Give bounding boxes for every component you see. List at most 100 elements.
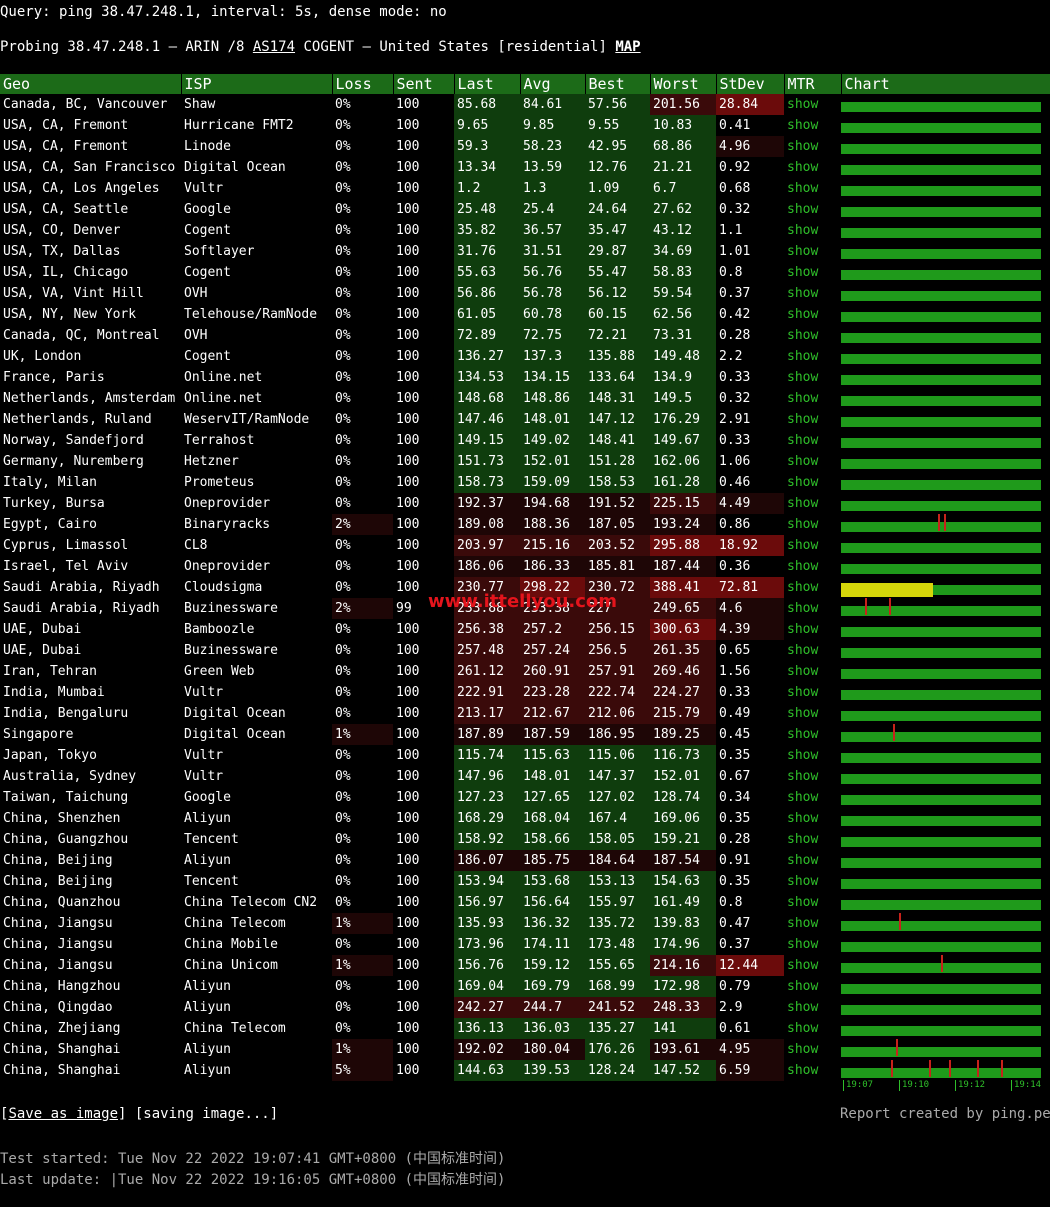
cell-stdev: 0.35	[719, 811, 751, 826]
mtr-show-link[interactable]: show	[784, 199, 841, 220]
cell-sent: 100	[396, 895, 420, 910]
mtr-show-link[interactable]: show	[784, 829, 841, 850]
cell-stdev: 18.92	[716, 535, 784, 556]
mtr-show-link[interactable]: show	[784, 136, 841, 157]
cell-stdev: 72.81	[716, 577, 784, 598]
cell-sent: 100	[396, 454, 420, 469]
cell-stdev: 2.91	[719, 412, 751, 427]
table-row: China, Beijing Aliyun 0% 100 186.07 185.75 184…	[0, 850, 1050, 871]
chart-bar	[841, 913, 1041, 931]
mtr-show-link[interactable]: show	[784, 955, 841, 976]
cell-worst: 134.9	[650, 367, 716, 388]
mtr-show-link[interactable]: show	[784, 241, 841, 262]
cell-last: 136.27	[454, 346, 520, 367]
cell-stdev: 0.28	[719, 328, 751, 343]
mtr-show-link[interactable]: show	[784, 598, 841, 619]
mtr-show-link[interactable]: show	[784, 808, 841, 829]
mtr-show-link[interactable]: show	[784, 976, 841, 997]
cell-sent: 100	[396, 160, 420, 175]
cell-last: 147.96	[454, 766, 520, 787]
mtr-show-link[interactable]: show	[784, 472, 841, 493]
mtr-show-link[interactable]: show	[784, 304, 841, 325]
table-row: China, Shanghai Aliyun 5% 100 144.63 139.53 12…	[0, 1060, 1050, 1081]
cell-isp: Aliyun	[184, 1042, 231, 1057]
mtr-show-link[interactable]: show	[784, 619, 841, 640]
cell-stdev: 4.49	[716, 493, 784, 514]
cell-geo: Saudi Arabia, Riyadh	[3, 580, 160, 595]
cell-worst: 269.46	[650, 661, 716, 682]
mtr-show-link[interactable]: show	[784, 913, 841, 934]
cell-loss: 0%	[335, 475, 351, 490]
mtr-show-link[interactable]: show	[784, 661, 841, 682]
cell-isp: China Unicom	[184, 958, 278, 973]
cell-last: 134.53	[454, 367, 520, 388]
mtr-show-link[interactable]: show	[784, 430, 841, 451]
mtr-show-link[interactable]: show	[784, 892, 841, 913]
as-link[interactable]: AS174	[253, 39, 295, 55]
table-row: China, Jiangsu China Mobile 0% 100 173.96 174…	[0, 934, 1050, 955]
cell-avg: 212.67	[520, 703, 585, 724]
mtr-show-link[interactable]: show	[784, 787, 841, 808]
chart-time-axis: 19:07 19:10 19:12 19:14	[843, 1080, 1043, 1094]
mtr-show-link[interactable]: show	[784, 493, 841, 514]
cell-avg: 9.85	[520, 115, 585, 136]
mtr-show-link[interactable]: show	[784, 766, 841, 787]
cell-sent: 100	[396, 937, 420, 952]
table-row: China, Jiangsu China Unicom 1% 100 156.76 159…	[0, 955, 1050, 976]
cell-last: 158.92	[454, 829, 520, 850]
mtr-show-link[interactable]: show	[784, 178, 841, 199]
mtr-show-link[interactable]: show	[784, 94, 841, 115]
latency-chart	[841, 199, 1050, 220]
chart-bar	[841, 563, 1041, 574]
mtr-show-link[interactable]: show	[784, 850, 841, 871]
chart-loss-spike	[889, 598, 891, 615]
cell-isp: Buzinessware	[184, 601, 278, 616]
mtr-show-link[interactable]: show	[784, 157, 841, 178]
mtr-show-link[interactable]: show	[784, 451, 841, 472]
cell-stdev: 0.67	[719, 769, 751, 784]
mtr-show-link[interactable]: show	[784, 514, 841, 535]
mtr-show-link[interactable]: show	[784, 1039, 841, 1060]
cell-geo: China, Shanghai	[3, 1042, 121, 1057]
map-link[interactable]: MAP	[615, 39, 640, 55]
cell-sent: 100	[396, 139, 420, 154]
table-row: Singapore Digital Ocean 1% 100 187.89 187.59 1…	[0, 724, 1050, 745]
table-row: China, Guangzhou Tencent 0% 100 158.92 158.66…	[0, 829, 1050, 850]
cell-stdev: 2.2	[719, 349, 743, 364]
mtr-show-link[interactable]: show	[784, 262, 841, 283]
mtr-show-link[interactable]: show	[784, 1060, 841, 1081]
mtr-show-link[interactable]: show	[784, 283, 841, 304]
cell-last: 35.82	[454, 220, 520, 241]
mtr-show-link[interactable]: show	[784, 703, 841, 724]
mtr-show-link[interactable]: show	[784, 388, 841, 409]
mtr-show-link[interactable]: show	[784, 640, 841, 661]
latency-chart	[841, 220, 1050, 241]
mtr-show-link[interactable]: show	[784, 409, 841, 430]
mtr-show-link[interactable]: show	[784, 745, 841, 766]
mtr-show-link[interactable]: show	[784, 220, 841, 241]
mtr-show-link[interactable]: show	[784, 871, 841, 892]
mtr-show-link[interactable]: show	[784, 997, 841, 1018]
mtr-show-link[interactable]: show	[784, 577, 841, 598]
cell-avg: 153.68	[520, 871, 585, 892]
mtr-show-link[interactable]: show	[784, 934, 841, 955]
mtr-show-link[interactable]: show	[784, 724, 841, 745]
cell-avg: 25.4	[520, 199, 585, 220]
mtr-show-link[interactable]: show	[784, 535, 841, 556]
mtr-show-link[interactable]: show	[784, 1018, 841, 1039]
cell-sent: 100	[396, 181, 420, 196]
mtr-show-link[interactable]: show	[784, 346, 841, 367]
cell-worst: 215.79	[650, 703, 716, 724]
mtr-show-link[interactable]: show	[784, 556, 841, 577]
mtr-show-link[interactable]: show	[784, 115, 841, 136]
save-as-image-link[interactable]: Save as image	[8, 1106, 118, 1122]
chart-bar	[841, 458, 1041, 469]
mtr-show-link[interactable]: show	[784, 682, 841, 703]
mtr-show-link[interactable]: show	[784, 367, 841, 388]
mtr-show-link[interactable]: show	[784, 325, 841, 346]
cell-loss: 0%	[335, 412, 351, 427]
cell-loss: 0%	[335, 328, 351, 343]
latency-chart	[841, 388, 1050, 409]
latency-chart	[841, 1060, 1050, 1081]
cell-worst: 128.74	[650, 787, 716, 808]
